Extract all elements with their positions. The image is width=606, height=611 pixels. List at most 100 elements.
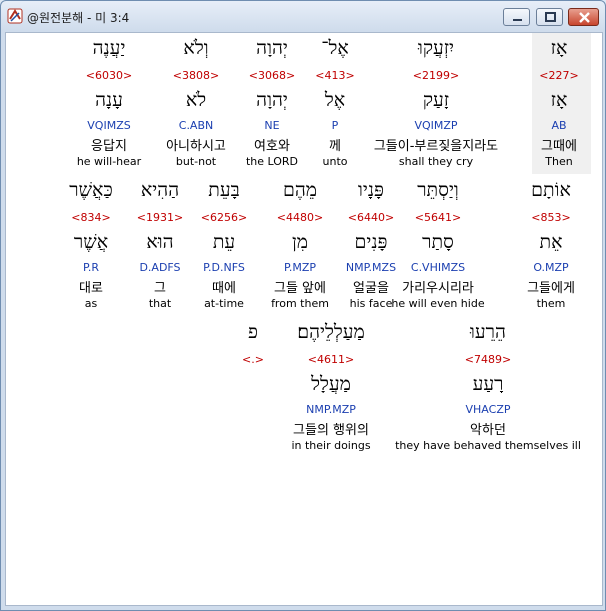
korean-gloss: 악하던 (470, 423, 506, 438)
hebrew-word[interactable]: בָּעֵת (208, 179, 240, 202)
lemma-word: לֹא (185, 89, 207, 111)
hebrew-word[interactable]: וְלֹא (183, 37, 208, 60)
korean-gloss: 가리우시리라 (402, 281, 474, 296)
strong-number[interactable]: <.> (242, 353, 264, 366)
strong-number[interactable]: <1931> (137, 211, 183, 224)
analysis-view[interactable]: אָז <227> אָז AB 그때에 Then יִזְעֲקוּ <2199> זָעַק… (5, 32, 603, 606)
minimize-button[interactable] (503, 8, 530, 26)
strong-number[interactable]: <3808> (173, 69, 219, 82)
morphology-code: C.ABN (178, 119, 214, 132)
lemma-word: סָתַר (422, 231, 454, 253)
lemma-word: מִן (291, 231, 309, 253)
hebrew-word[interactable]: אוֹתָם (531, 179, 571, 202)
strong-number[interactable]: <227> (539, 69, 578, 82)
lemma-word: מַעֲלָל (311, 373, 351, 395)
morphology-code: VQIMZP (414, 119, 458, 132)
morphology-code: VHACZP (465, 403, 511, 416)
english-gloss: but-not (175, 155, 217, 168)
morphology-code: AB (551, 119, 567, 132)
korean-gloss: 그 (154, 281, 166, 296)
english-gloss: they have behaved themselves ill (395, 439, 581, 452)
strong-number[interactable]: <413> (315, 69, 354, 82)
korean-gloss: 그때에 (541, 139, 577, 154)
korean-gloss: 응답지 (91, 139, 127, 154)
hebrew-word[interactable]: הֵרֵעוּ (470, 321, 506, 344)
english-gloss: at-time (204, 297, 244, 310)
hebrew-word[interactable]: אֶל־ (321, 37, 349, 60)
english-gloss: he will-hear (76, 155, 142, 168)
close-button[interactable] (568, 8, 599, 26)
strong-number[interactable]: <6440> (348, 211, 394, 224)
strong-number[interactable]: <4480> (277, 211, 323, 224)
title-bar[interactable]: @원전분해 - 미 3:4 (1, 1, 605, 31)
english-gloss: unto (322, 155, 348, 168)
korean-gloss: 그들 앞에 (274, 281, 326, 296)
minimize-icon (513, 19, 522, 21)
morphology-code: VQIMZS (87, 119, 131, 132)
lemma-word: הוּא (146, 231, 174, 253)
hebrew-word[interactable]: יַעֲנֶה (93, 37, 126, 60)
korean-gloss: 께 (329, 139, 341, 154)
hebrew-word[interactable]: כַּאֲשֶׁר (69, 179, 112, 202)
english-gloss: that (148, 297, 172, 310)
morphology-code: NMP.MZS (345, 261, 397, 274)
hebrew-word[interactable]: יְהוָה (256, 37, 288, 60)
app-window: @원전분해 - 미 3:4 אָז <227> אָז AB 그때에 Then יִזְעֲ… (0, 0, 606, 611)
window-title: @원전분해 - 미 3:4 (27, 11, 130, 25)
morphology-code: C.VHIMZS (410, 261, 466, 274)
maximize-button[interactable] (536, 8, 563, 26)
korean-gloss: 여호와 (254, 139, 290, 154)
strong-number[interactable]: <7489> (465, 353, 511, 366)
hebrew-word[interactable]: פ (248, 321, 258, 344)
english-gloss: the LORD (245, 155, 299, 168)
strong-number[interactable]: <5641> (415, 211, 461, 224)
morphology-code: P.MZP (283, 261, 317, 274)
morphology-code: NE (264, 119, 280, 132)
english-gloss: Then (545, 155, 573, 168)
english-gloss: as (84, 297, 98, 310)
lemma-word: עֵת (212, 231, 236, 253)
hebrew-word[interactable]: אָז (551, 37, 568, 60)
close-icon (579, 12, 590, 23)
strong-number[interactable]: <4611> (308, 353, 354, 366)
english-gloss: he will even hide (391, 297, 485, 310)
hebrew-word[interactable]: יִזְעֲקוּ (418, 37, 454, 60)
english-gloss: his face (349, 297, 393, 310)
strong-number[interactable]: <2199> (413, 69, 459, 82)
korean-gloss: 그들에게 (527, 281, 575, 296)
lemma-word: רָעַע (472, 373, 504, 395)
korean-gloss: 얼굴을 (353, 281, 389, 296)
hebrew-word[interactable]: פָּנָיו (358, 179, 384, 202)
morphology-code: P.R (82, 261, 100, 274)
lemma-word: אֲשֶׁר (73, 231, 109, 253)
strong-number[interactable]: <6256> (201, 211, 247, 224)
lemma-word: עָנָה (95, 89, 123, 111)
lemma-word: אֶל (324, 89, 346, 111)
morphology-code: P.D.NFS (203, 261, 245, 274)
lemma-word: פָּנִים (354, 231, 388, 253)
korean-gloss: 때에 (212, 281, 236, 296)
morphology-code: O.MZP (533, 261, 569, 274)
morphology-code: D.ADFS (139, 261, 181, 274)
english-gloss: shall they cry (398, 155, 474, 168)
korean-gloss: 아니하시고 (166, 139, 226, 154)
strong-number[interactable]: <853> (531, 211, 570, 224)
english-gloss: them (536, 297, 566, 310)
maximize-icon (545, 12, 556, 22)
strong-number[interactable]: <834> (71, 211, 110, 224)
hebrew-word[interactable]: וְיַסְתֵּר (417, 179, 459, 202)
lemma-word: אָז (550, 89, 568, 111)
hebrew-word[interactable]: מֵהֶם (283, 179, 317, 202)
app-icon (7, 8, 23, 24)
hebrew-word[interactable]: מַעַלְלֵיהֶם׃ (297, 321, 365, 344)
korean-gloss: 그들이-부르짖을지라도 (373, 139, 499, 154)
english-gloss: in their doings (291, 439, 371, 452)
lemma-word: יְהוָה (256, 89, 288, 111)
lemma-word: זָעַק (422, 89, 450, 111)
korean-gloss: 대로 (79, 281, 103, 296)
hebrew-word[interactable]: הַהִיא (141, 179, 179, 202)
strong-number[interactable]: <6030> (86, 69, 132, 82)
korean-gloss: 그들의 행위의 (293, 423, 369, 438)
english-gloss: from them (271, 297, 329, 310)
strong-number[interactable]: <3068> (249, 69, 295, 82)
